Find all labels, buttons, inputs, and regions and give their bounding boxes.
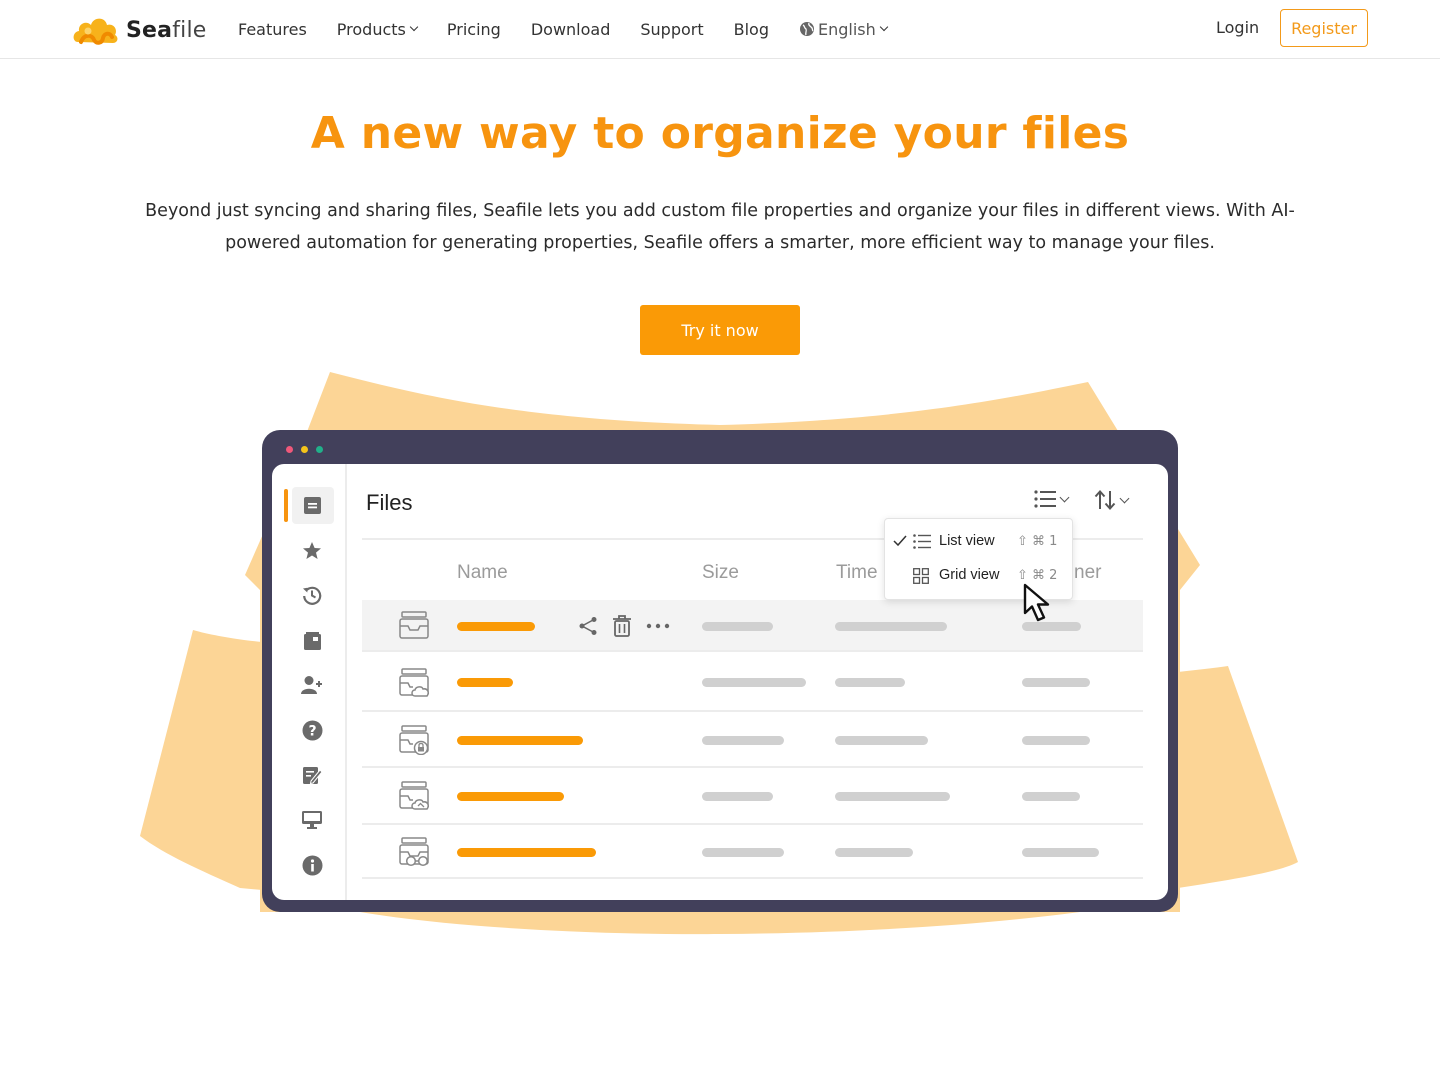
time-placeholder bbox=[835, 792, 950, 801]
seafile-logo[interactable]: Seafile bbox=[72, 12, 207, 48]
file-name-placeholder[interactable] bbox=[457, 736, 583, 745]
close-dot bbox=[286, 446, 293, 453]
table-row[interactable] bbox=[362, 768, 1143, 825]
chevron-down-icon bbox=[1119, 493, 1130, 503]
trash-icon[interactable] bbox=[612, 615, 632, 637]
menu-item-label: List view bbox=[939, 533, 995, 549]
app-screen: ? Files Name Size Time ner List view ⇧ ⌘… bbox=[272, 464, 1168, 900]
menu-item-list-view[interactable]: List view ⇧ ⌘ 1 bbox=[885, 527, 1074, 557]
language-selector[interactable]: English bbox=[799, 19, 889, 39]
nav-download[interactable]: Download bbox=[531, 20, 611, 39]
active-indicator bbox=[284, 489, 288, 522]
nav-links: Features Products Pricing Download Suppo… bbox=[238, 0, 917, 58]
sort-icon bbox=[1094, 490, 1116, 510]
time-placeholder bbox=[835, 736, 928, 745]
nav-blog[interactable]: Blog bbox=[734, 20, 769, 39]
library-lock-icon bbox=[399, 725, 431, 759]
table-row[interactable] bbox=[362, 654, 1143, 712]
table-row[interactable] bbox=[362, 712, 1143, 768]
size-placeholder bbox=[702, 736, 784, 745]
minimize-dot bbox=[301, 446, 308, 453]
menu-item-label: Grid view bbox=[939, 567, 1000, 583]
add-user-icon[interactable] bbox=[301, 674, 323, 696]
time-placeholder bbox=[835, 622, 947, 631]
nav-pricing[interactable]: Pricing bbox=[447, 20, 501, 39]
owner-placeholder bbox=[1022, 792, 1080, 801]
size-placeholder bbox=[702, 792, 773, 801]
table-row[interactable] bbox=[362, 825, 1143, 879]
size-placeholder bbox=[702, 848, 784, 857]
cloud-wave-icon bbox=[73, 18, 118, 45]
nav-products[interactable]: Products bbox=[336, 19, 419, 39]
files-title: Files bbox=[366, 490, 413, 515]
login-link[interactable]: Login bbox=[1216, 18, 1259, 37]
chevron-down-icon bbox=[1059, 492, 1070, 502]
list-icon bbox=[1034, 490, 1056, 508]
history-icon[interactable] bbox=[301, 584, 323, 606]
nav-support[interactable]: Support bbox=[640, 20, 703, 39]
time-placeholder bbox=[835, 678, 905, 687]
library-inbox-icon bbox=[399, 611, 429, 643]
nav-features[interactable]: Features bbox=[238, 20, 307, 39]
files-icon[interactable] bbox=[301, 494, 323, 516]
try-it-now-button[interactable]: Try it now bbox=[640, 305, 800, 355]
column-size[interactable]: Size bbox=[702, 562, 739, 584]
library-sync-icon bbox=[399, 781, 431, 815]
app-window-mockup: ? Files Name Size Time ner List view ⇧ ⌘… bbox=[262, 430, 1178, 912]
globe-icon bbox=[799, 22, 814, 36]
grid-icon bbox=[913, 568, 929, 584]
share-icon[interactable] bbox=[578, 616, 598, 636]
monitor-icon[interactable] bbox=[301, 809, 323, 831]
hero-title: A new way to organize your files bbox=[310, 108, 1130, 159]
check-icon bbox=[893, 535, 907, 547]
chevron-down-icon bbox=[879, 22, 889, 32]
library-icon[interactable] bbox=[301, 630, 323, 652]
size-placeholder bbox=[702, 678, 806, 687]
top-navigation: Seafile Features Products Pricing Downlo… bbox=[0, 0, 1440, 59]
size-placeholder bbox=[702, 622, 773, 631]
file-name-placeholder[interactable] bbox=[457, 678, 513, 687]
column-name[interactable]: Name bbox=[457, 562, 508, 584]
more-icon[interactable] bbox=[646, 616, 670, 636]
keyboard-shortcut: ⇧ ⌘ 1 bbox=[1017, 534, 1058, 549]
language-label: English bbox=[817, 19, 876, 39]
svg-text:?: ? bbox=[308, 723, 316, 739]
file-name-placeholder[interactable] bbox=[457, 622, 535, 631]
owner-placeholder bbox=[1022, 678, 1090, 687]
help-icon[interactable]: ? bbox=[301, 719, 323, 741]
list-icon bbox=[913, 534, 931, 549]
mouse-pointer-icon bbox=[1023, 583, 1050, 622]
maximize-dot bbox=[316, 446, 323, 453]
window-controls bbox=[286, 446, 331, 453]
edit-icon[interactable] bbox=[301, 764, 323, 786]
column-time[interactable]: Time bbox=[836, 562, 878, 584]
keyboard-shortcut: ⇧ ⌘ 2 bbox=[1017, 568, 1058, 583]
time-placeholder bbox=[835, 848, 913, 857]
brand-name: Seafile bbox=[126, 17, 207, 43]
column-owner[interactable]: ner bbox=[1074, 562, 1101, 584]
hero-description: Beyond just syncing and sharing files, S… bbox=[145, 201, 1295, 253]
owner-placeholder bbox=[1022, 736, 1090, 745]
nav-products-label: Products bbox=[336, 19, 406, 39]
owner-placeholder bbox=[1022, 848, 1099, 857]
library-glasses-icon bbox=[399, 837, 431, 871]
view-mode-toggle[interactable] bbox=[1034, 490, 1070, 508]
sort-toggle[interactable] bbox=[1094, 490, 1130, 510]
chevron-down-icon bbox=[409, 22, 419, 32]
file-name-placeholder[interactable] bbox=[457, 848, 596, 857]
star-icon[interactable] bbox=[301, 540, 323, 562]
row-actions bbox=[578, 615, 684, 637]
library-cloud-icon bbox=[399, 668, 431, 702]
register-button[interactable]: Register bbox=[1280, 9, 1368, 47]
file-name-placeholder[interactable] bbox=[457, 792, 564, 801]
app-sidebar: ? bbox=[272, 464, 347, 900]
info-icon[interactable] bbox=[301, 854, 323, 876]
